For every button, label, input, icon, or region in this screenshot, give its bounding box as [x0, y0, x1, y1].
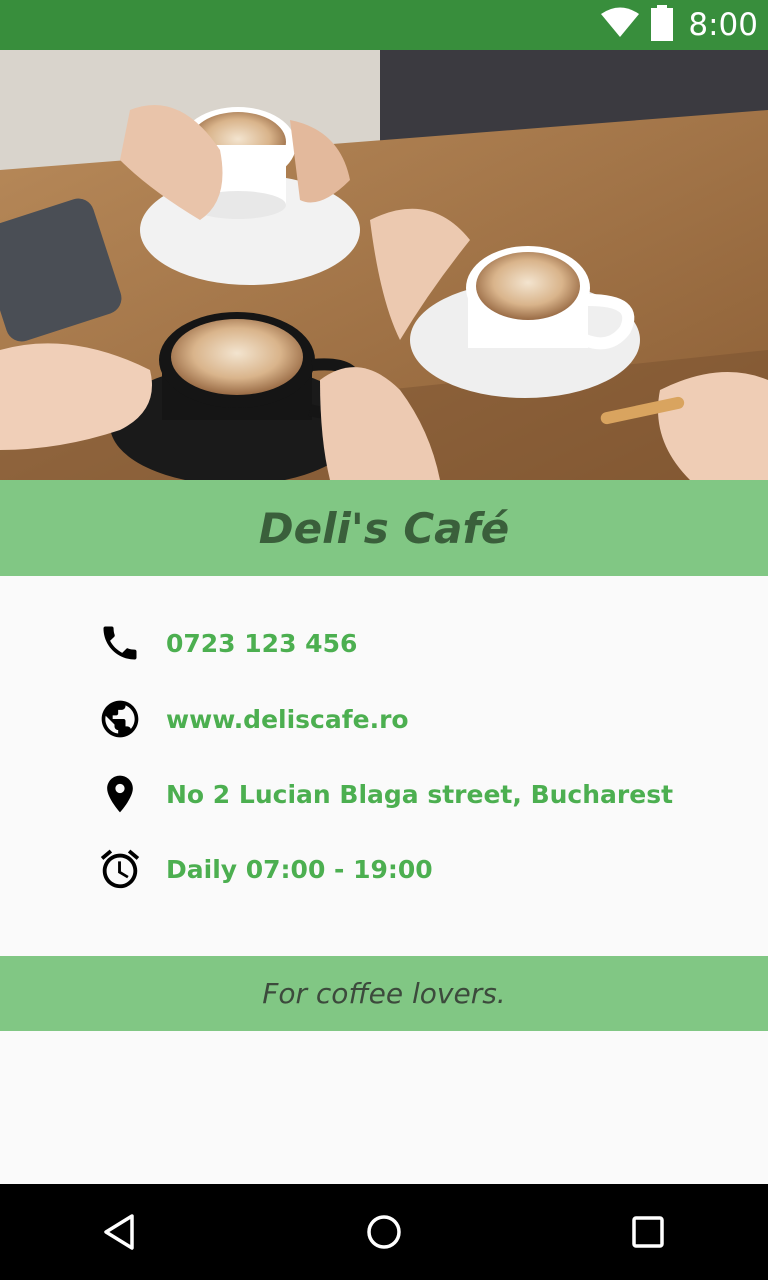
- website-row[interactable]: www.deliscafe.ro: [96, 689, 409, 749]
- website-link[interactable]: www.deliscafe.ro: [166, 705, 409, 734]
- recents-square-icon: [632, 1216, 664, 1248]
- wifi-icon: [600, 7, 640, 44]
- home-circle-icon: [367, 1215, 401, 1249]
- hero-image: [0, 50, 768, 480]
- status-bar: 8:00: [0, 0, 768, 50]
- tagline: For coffee lovers.: [262, 977, 506, 1010]
- back-triangle-icon: [104, 1214, 134, 1250]
- alarm-clock-icon: [96, 845, 144, 893]
- phone-number[interactable]: 0723 123 456: [166, 629, 357, 658]
- cafe-title: Deli's Café: [258, 503, 510, 553]
- address-row[interactable]: No 2 Lucian Blaga street, Bucharest: [96, 764, 673, 824]
- status-icons: 8:00: [600, 0, 758, 50]
- recents-button[interactable]: [618, 1202, 678, 1262]
- phone-row[interactable]: 0723 123 456: [96, 613, 357, 673]
- location-pin-icon: [96, 770, 144, 818]
- back-button[interactable]: [90, 1202, 150, 1262]
- contact-info: 0723 123 456 www.deliscafe.ro No 2 Lucia…: [0, 576, 768, 956]
- hours-row: Daily 07:00 - 19:00: [96, 839, 433, 899]
- status-time: 8:00: [688, 7, 758, 43]
- globe-icon: [96, 695, 144, 743]
- address-text[interactable]: No 2 Lucian Blaga street, Bucharest: [166, 780, 673, 809]
- navigation-bar: [0, 1184, 768, 1280]
- tagline-bar: For coffee lovers.: [0, 956, 768, 1031]
- battery-icon: [650, 4, 674, 46]
- phone-icon: [96, 619, 144, 667]
- opening-hours: Daily 07:00 - 19:00: [166, 854, 433, 884]
- home-button[interactable]: [354, 1202, 414, 1262]
- title-bar: Deli's Café: [0, 480, 768, 576]
